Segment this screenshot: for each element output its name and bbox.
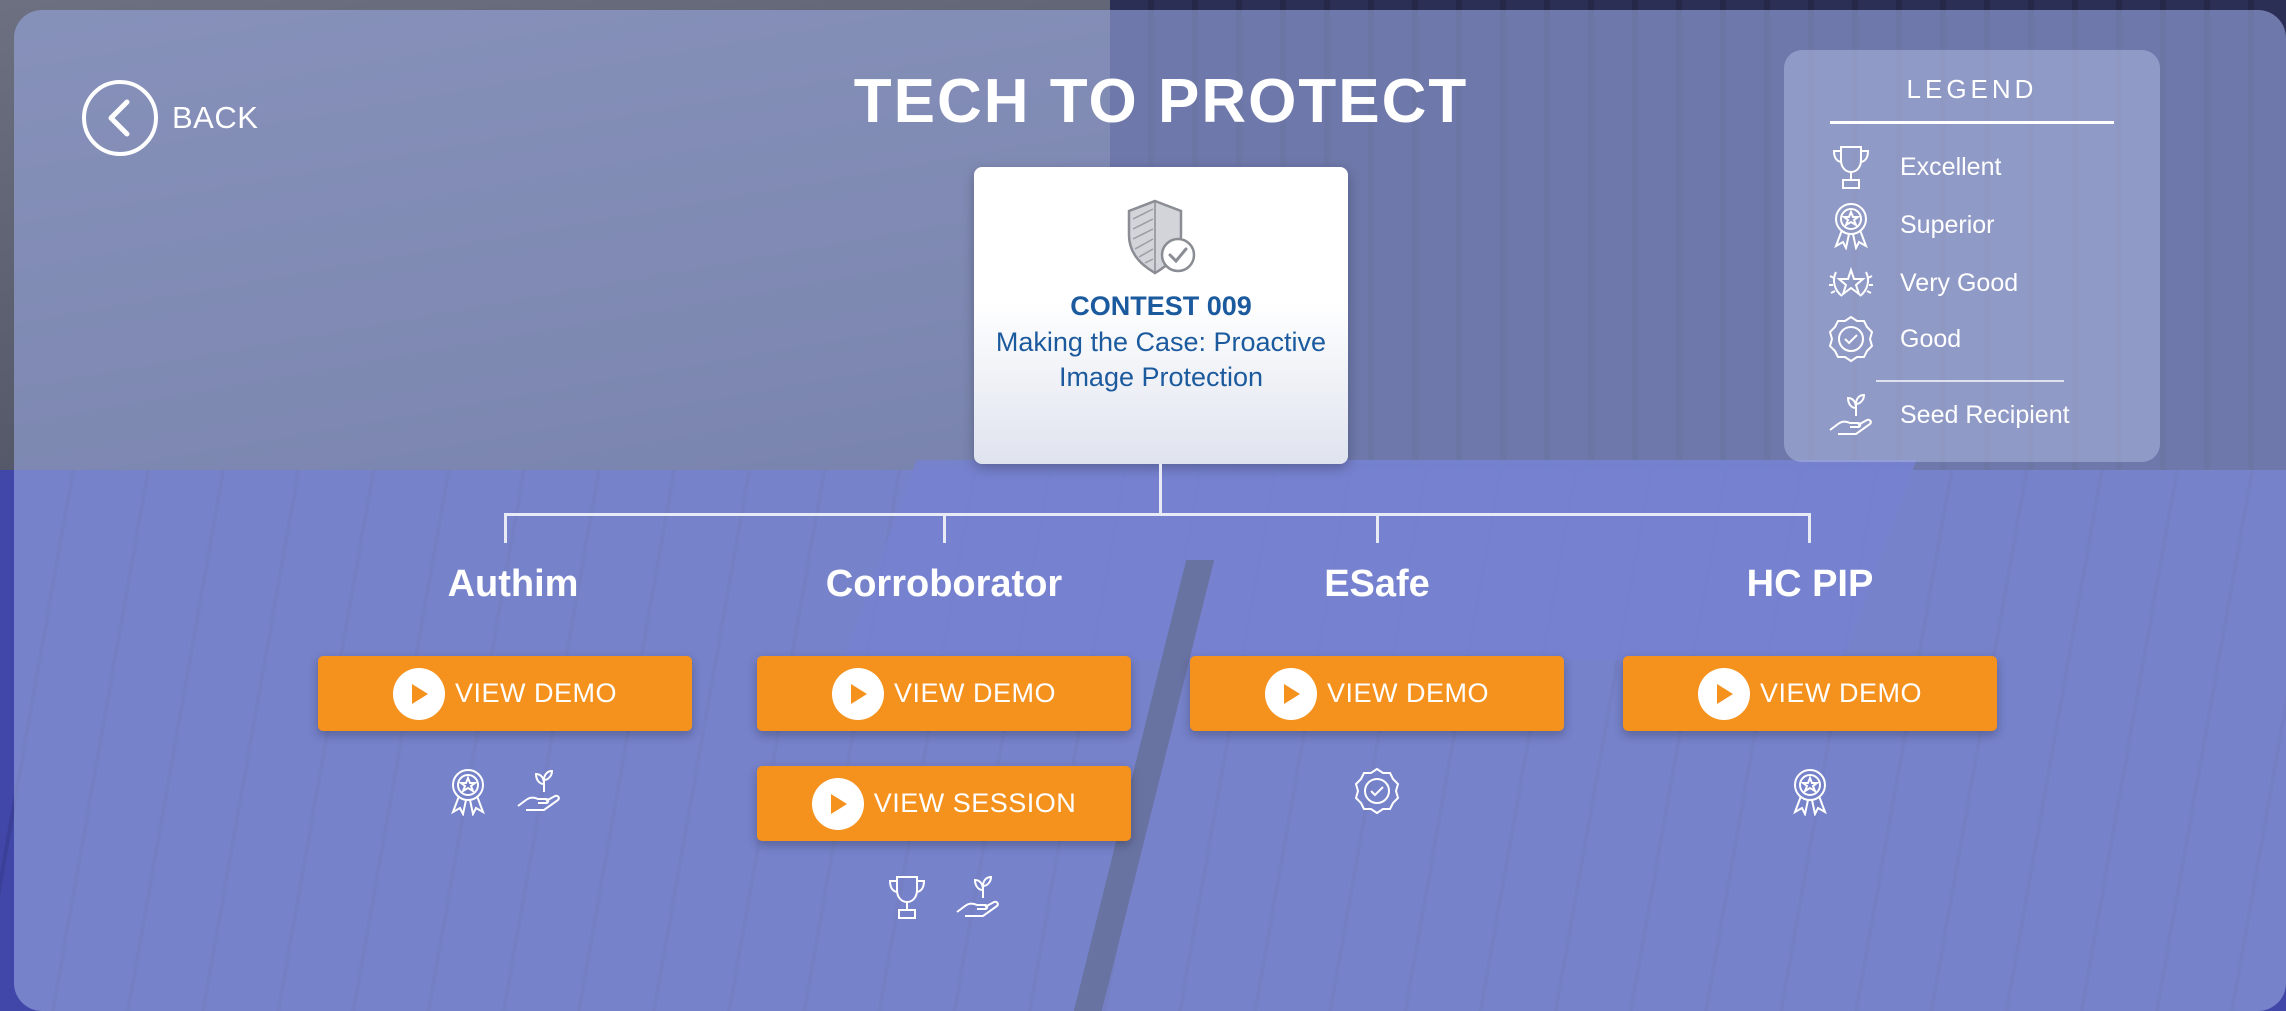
connector-corroborator xyxy=(943,513,946,543)
view-demo-label: VIEW DEMO xyxy=(454,678,617,708)
play-icon xyxy=(1697,667,1750,720)
hand-seedling-icon xyxy=(956,875,999,917)
view-demo-label: VIEW DEMO xyxy=(893,678,1056,708)
team-name-hcpip: HC PIP xyxy=(1746,563,1874,605)
play-icon xyxy=(831,667,884,720)
legend-item-seed-recipient: Seed Recipient xyxy=(1826,390,2070,440)
legend-divider-2 xyxy=(1876,380,2064,382)
ribbon-medal-icon xyxy=(1793,769,1827,816)
check-seal-icon xyxy=(1354,767,1400,815)
team-name-corroborator: Corroborator xyxy=(825,563,1063,605)
check-seal-icon xyxy=(1828,315,1874,363)
contest-name: Making the Case: Proactive Image Protect… xyxy=(995,327,1327,392)
legend-label: Seed Recipient xyxy=(1900,400,2070,429)
view-session-button-corroborator[interactable]: VIEW SESSION xyxy=(757,766,1131,841)
trophy-icon xyxy=(888,876,926,919)
view-demo-label: VIEW DEMO xyxy=(1326,678,1489,708)
legend-label: Very Good xyxy=(1900,268,2019,297)
team-name-esafe: ESafe xyxy=(1324,563,1430,605)
play-icon xyxy=(392,667,445,720)
connector-horizontal xyxy=(504,513,1811,516)
connector-trunk xyxy=(1159,464,1162,515)
hand-seedling-icon xyxy=(1829,393,1872,435)
shield-check-icon xyxy=(1127,199,1196,275)
team-name-authim: Authim xyxy=(447,563,579,605)
laurel-star-icon xyxy=(1829,266,1873,297)
legend-item-very-good: Very Good xyxy=(1826,258,2018,308)
ribbon-medal-icon xyxy=(1834,203,1868,250)
view-demo-button-hcpip[interactable]: VIEW DEMO xyxy=(1623,656,1997,731)
view-demo-button-authim[interactable]: VIEW DEMO xyxy=(318,656,692,731)
legend-label: Good xyxy=(1900,324,1962,353)
connector-authim xyxy=(504,513,507,543)
legend-item-good: Good xyxy=(1826,314,1961,364)
view-demo-button-esafe[interactable]: VIEW DEMO xyxy=(1190,656,1564,731)
connector-esafe xyxy=(1376,513,1379,543)
contest-number: CONTEST 009 xyxy=(1070,291,1252,321)
legend-item-superior: Superior xyxy=(1826,200,1995,250)
contest-card: CONTEST 009 Making the Case: Proactive I… xyxy=(974,167,1348,464)
trophy-icon xyxy=(1832,146,1870,189)
legend-item-excellent: Excellent xyxy=(1826,142,2001,192)
play-icon xyxy=(811,777,864,830)
legend-label: Excellent xyxy=(1900,152,2002,181)
legend-panel: LEGEND Excellent Superior Very Good Good… xyxy=(1784,50,2160,462)
legend-heading: LEGEND xyxy=(1906,74,2038,104)
play-icon xyxy=(1264,667,1317,720)
legend-divider xyxy=(1830,121,2114,124)
view-demo-button-corroborator[interactable]: VIEW DEMO xyxy=(757,656,1131,731)
legend-label: Superior xyxy=(1900,210,1995,239)
view-session-label: VIEW SESSION xyxy=(873,788,1077,818)
ribbon-medal-icon xyxy=(451,769,485,816)
view-demo-label: VIEW DEMO xyxy=(1759,678,1922,708)
connector-hcpip xyxy=(1808,513,1811,543)
hand-seedling-icon xyxy=(517,769,560,811)
